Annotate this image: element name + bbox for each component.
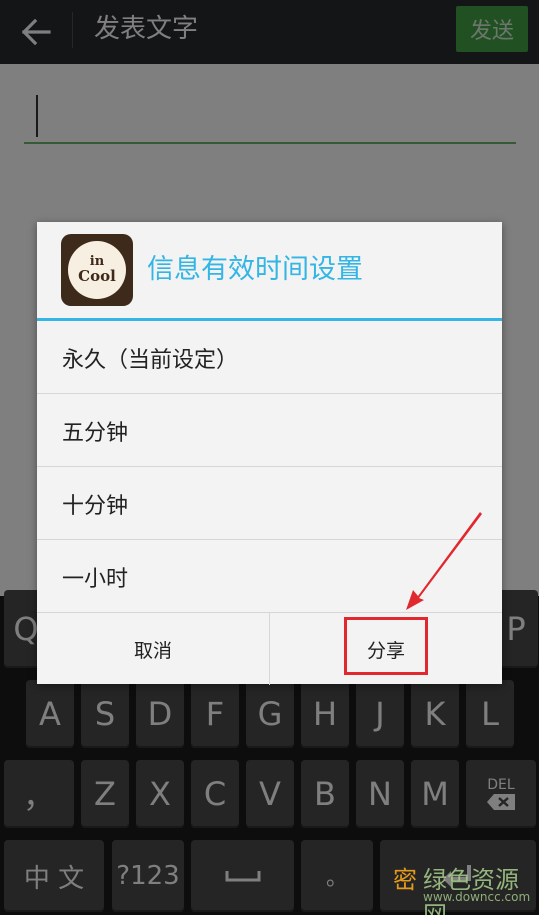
- watermark-text: 绿色资源网: [423, 866, 519, 915]
- app-icon-text-line2: Cool: [78, 266, 116, 285]
- expiry-time-dialog: in Cool 信息有效时间设置 永久（当前设定） 五分钟 十分钟 一小时 取消…: [37, 222, 502, 685]
- option-one-hour[interactable]: 一小时: [37, 540, 502, 613]
- option-ten-minutes[interactable]: 十分钟: [37, 467, 502, 540]
- cancel-button[interactable]: 取消: [37, 613, 269, 685]
- dialog-title: 信息有效时间设置: [147, 254, 363, 285]
- incool-app-icon: in Cool: [61, 234, 133, 306]
- dialog-button-row: 取消 分享: [37, 612, 502, 685]
- watermark-logo: 密: [393, 866, 417, 894]
- dialog-header: in Cool 信息有效时间设置: [37, 222, 502, 318]
- share-highlight-box: [344, 617, 428, 675]
- app-icon-badge: in Cool: [68, 241, 126, 299]
- watermark-url: www.downcc.com: [423, 890, 531, 904]
- watermark: 密 绿色资源网 www.downcc.com: [393, 856, 539, 915]
- option-forever[interactable]: 永久（当前设定）: [37, 321, 502, 394]
- option-five-minutes[interactable]: 五分钟: [37, 394, 502, 467]
